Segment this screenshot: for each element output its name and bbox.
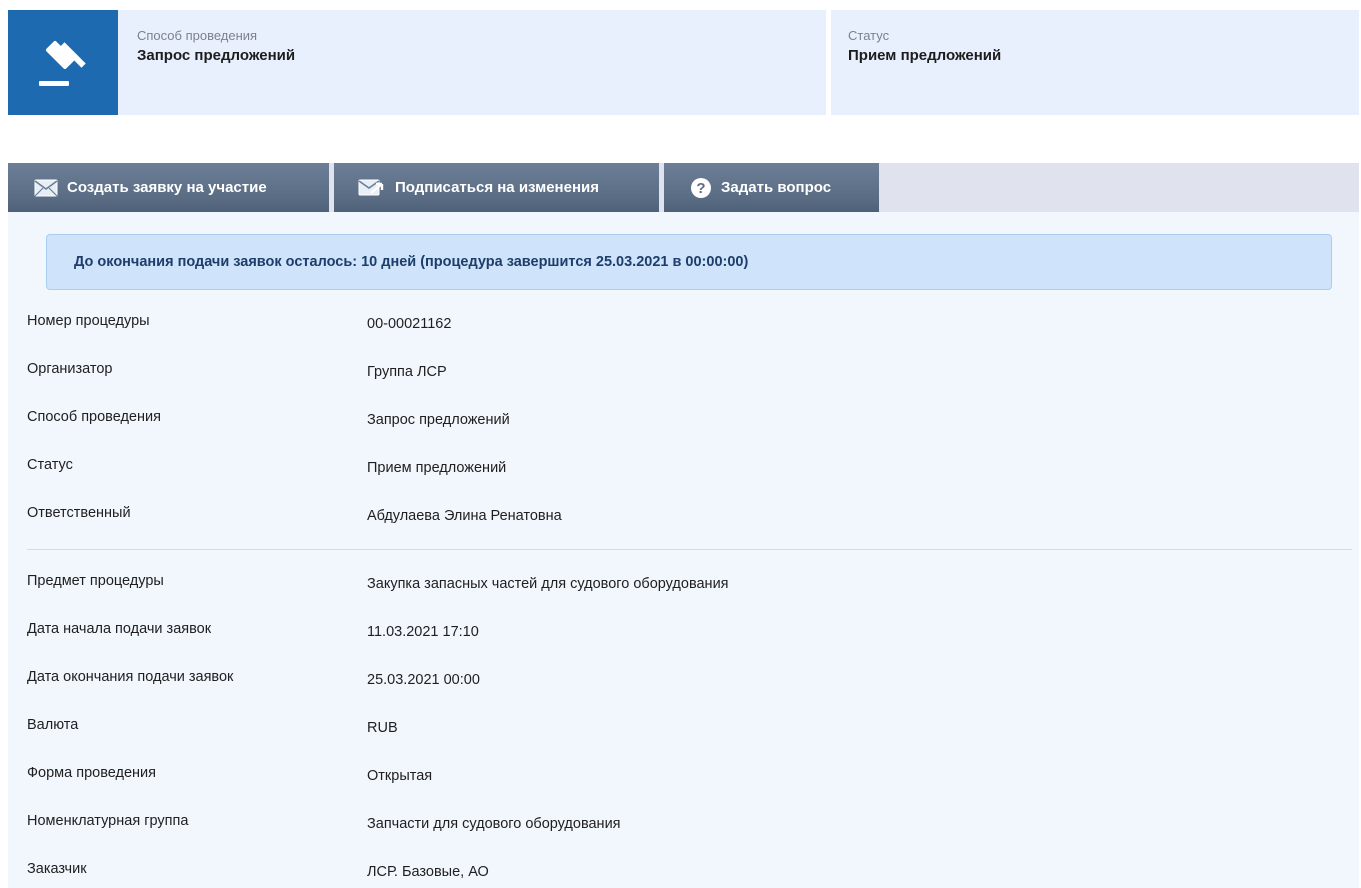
svg-text:?: ? [696,180,705,197]
detail-row: Валюта RUB [8,717,1359,741]
deadline-notice: До окончания подачи заявок осталось: 10 … [46,234,1332,290]
detail-value: Прием предложений [367,460,507,476]
section-divider [27,549,1352,550]
detail-label: Предмет процедуры [27,573,164,589]
detail-label: Ответственный [27,505,131,521]
detail-value: Запчасти для судового оборудования [367,816,621,832]
subscribe-label: Подписаться на изменения [395,179,599,196]
detail-value: Закупка запасных частей для судового обо… [367,576,729,592]
detail-value: 25.03.2021 00:00 [367,672,480,688]
detail-label: Форма проведения [27,765,156,781]
detail-label: Дата окончания подачи заявок [27,669,234,685]
gavel-icon [8,10,118,115]
create-application-label: Создать заявку на участие [67,179,267,196]
method-card: Способ проведения Запрос предложений [8,10,826,115]
detail-label: Заказчик [27,861,87,877]
envelope-arrow-icon [358,179,386,197]
question-icon: ? [690,177,712,199]
detail-row: Заказчик ЛСР. Базовые, АО [8,861,1359,885]
detail-row: Статус Прием предложений [8,457,1359,481]
detail-row: Номер процедуры 00-00021162 [8,313,1359,337]
procedure-details-panel: Создать заявку на участие Подписаться на… [8,163,1359,888]
action-toolbar: Создать заявку на участие Подписаться на… [8,163,1359,212]
detail-row: Дата окончания подачи заявок 25.03.2021 … [8,669,1359,693]
detail-value: ЛСР. Базовые, АО [367,864,489,880]
create-application-button[interactable]: Создать заявку на участие [8,163,329,212]
detail-row: Способ проведения Запрос предложений [8,409,1359,433]
detail-value: RUB [367,720,398,736]
ask-question-label: Задать вопрос [721,179,832,196]
ask-question-button[interactable]: ? Задать вопрос [664,163,879,212]
envelope-icon [34,179,58,197]
detail-row: Организатор Группа ЛСР [8,361,1359,385]
detail-row: Номенклатурная группа Запчасти для судов… [8,813,1359,837]
detail-value: Группа ЛСР [367,364,447,380]
detail-label: Организатор [27,361,113,377]
detail-label: Номенклатурная группа [27,813,189,829]
status-card-label: Статус [848,28,890,43]
detail-label: Дата начала подачи заявок [27,621,212,637]
detail-value: 00-00021162 [367,316,452,332]
detail-label: Номер процедуры [27,313,150,329]
detail-label: Валюта [27,717,79,733]
status-card-value: Прием предложений [848,47,1002,64]
detail-label: Способ проведения [27,409,161,425]
detail-row: Форма проведения Открытая [8,765,1359,789]
method-card-label: Способ проведения [137,28,258,43]
detail-value: Открытая [367,768,433,784]
subscribe-button[interactable]: Подписаться на изменения [334,163,659,212]
detail-value: Запрос предложений [367,412,510,428]
detail-label: Статус [27,457,73,473]
detail-row: Предмет процедуры Закупка запасных часте… [8,573,1359,597]
detail-value: Абдулаева Элина Ренатовна [367,508,562,524]
method-card-value: Запрос предложений [137,47,296,64]
detail-value: 11.03.2021 17:10 [367,624,479,640]
detail-row: Ответственный Абдулаева Элина Ренатовна [8,505,1359,529]
status-card: Статус Прием предложений [831,10,1359,115]
detail-row: Дата начала подачи заявок 11.03.2021 17:… [8,621,1359,645]
